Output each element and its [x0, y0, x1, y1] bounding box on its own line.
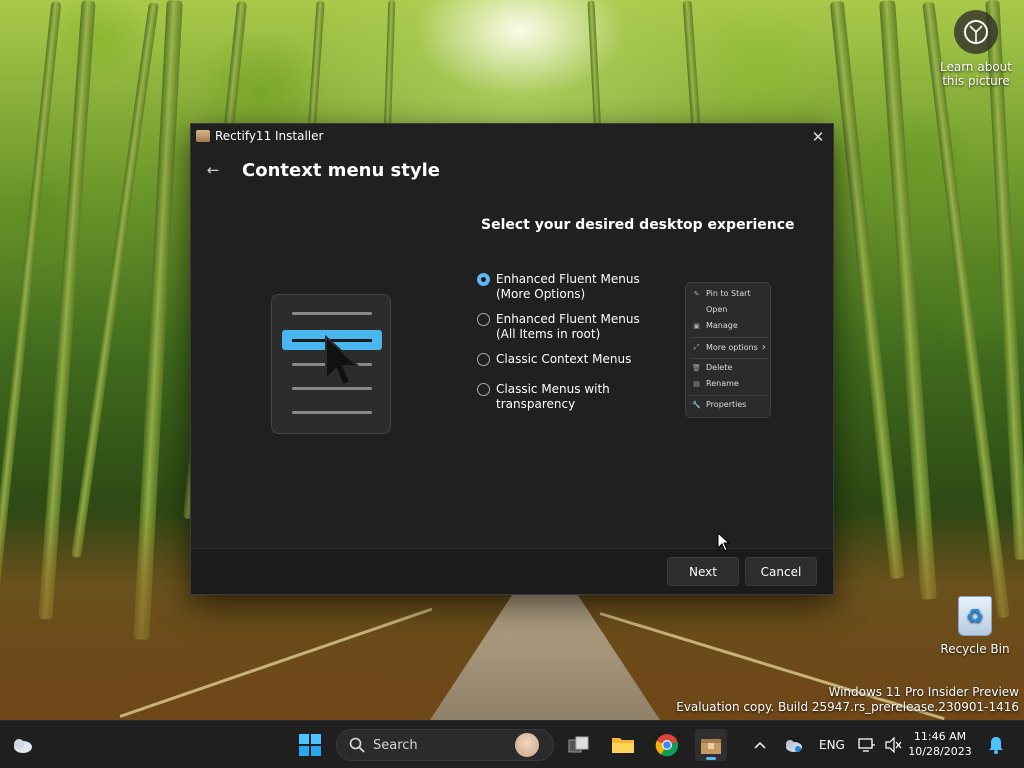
- search-icon: [349, 737, 365, 753]
- preview-item-open: Open: [692, 305, 727, 314]
- watermark-line-2: Evaluation copy. Build 25947.rs_prerelea…: [676, 700, 1019, 714]
- learn-about-picture[interactable]: Learn about this picture: [936, 10, 1016, 88]
- rectify11-installer-taskbar-button[interactable]: [695, 729, 727, 761]
- back-button[interactable]: ←: [203, 160, 223, 180]
- bell-icon: [989, 737, 1003, 754]
- watermark-line-1: Windows 11 Pro Insider Preview: [828, 685, 1019, 699]
- option-label: Classic Context Menus: [496, 352, 632, 366]
- chevron-right-icon: ›: [761, 342, 766, 353]
- preview-item-manage: ▣ Manage: [692, 321, 738, 330]
- option-classic-context-menus[interactable]: Classic Context Menus: [477, 352, 631, 367]
- file-explorer-button[interactable]: [607, 729, 639, 761]
- chevron-up-icon: [754, 741, 766, 749]
- preview-item-label: Pin to Start: [706, 289, 751, 298]
- learn-label: Learn about this picture: [940, 60, 1012, 88]
- installer-window: Rectify11 Installer ✕ ← Context menu sty…: [190, 123, 834, 595]
- windows-logo-icon: [299, 734, 321, 756]
- task-view-icon: [568, 736, 589, 753]
- option-label: Enhanced Fluent Menus: [496, 272, 640, 286]
- section-title: Select your desired desktop experience: [481, 217, 795, 233]
- recycle-bin-icon: ♻: [958, 596, 992, 636]
- start-button[interactable]: [294, 729, 326, 761]
- volume-muted-icon: [885, 737, 902, 753]
- more-options-icon: ⤢: [693, 343, 700, 351]
- pin-icon: ✎: [693, 289, 700, 298]
- title-bar[interactable]: Rectify11 Installer ✕: [191, 124, 833, 150]
- recycle-bin[interactable]: ♻ Recycle Bin: [940, 596, 1010, 656]
- input-language-indicator[interactable]: ENG: [819, 738, 845, 752]
- page-title: Context menu style: [242, 160, 440, 181]
- preview-item-rename: ▤ Rename: [692, 379, 739, 388]
- taskbar-clock[interactable]: 11:46 AM 10/28/2023: [906, 729, 974, 759]
- notifications-button[interactable]: [982, 729, 1010, 761]
- clock-date: 10/28/2023: [908, 745, 972, 758]
- chrome-icon: [655, 734, 679, 757]
- preview-item-label: Open: [706, 305, 728, 314]
- onedrive-tray-button[interactable]: [778, 729, 808, 761]
- chrome-button[interactable]: [651, 729, 683, 761]
- folder-icon: [612, 738, 634, 753]
- onedrive-cloud-icon: [786, 740, 802, 752]
- rectify11-installer-icon: [701, 739, 721, 754]
- widgets-button[interactable]: [6, 729, 38, 761]
- preview-separator: [690, 395, 768, 396]
- option-sublabel: (More Options): [496, 287, 586, 301]
- cancel-button[interactable]: Cancel: [745, 557, 817, 586]
- preview-item-label: Rename: [706, 379, 739, 388]
- option-enhanced-all-items[interactable]: Enhanced Fluent Menus (All Items in root…: [477, 312, 640, 342]
- weather-cloud-icon: [14, 739, 32, 753]
- preview-item-delete: 🗑 Delete: [692, 363, 732, 372]
- window-title: Rectify11 Installer: [215, 129, 324, 143]
- rectify11-installer-icon: [196, 130, 210, 142]
- task-view-button[interactable]: [563, 729, 595, 761]
- clock-time: 11:46 AM: [913, 730, 967, 743]
- preview-separator: [690, 337, 768, 338]
- preview-item-label: Properties: [706, 400, 747, 409]
- preview-item-more-options: ⤢ More options ›: [692, 342, 766, 353]
- context-menu-illustration: [271, 294, 391, 434]
- option-enhanced-more-options[interactable]: Enhanced Fluent Menus (More Options): [477, 272, 640, 302]
- evaluation-watermark: Windows 11 Pro Insider Preview Evaluatio…: [676, 685, 1019, 715]
- search-highlight-avatar-icon: [515, 733, 539, 757]
- manage-icon: ▣: [693, 321, 700, 330]
- taskbar: Search ENG 11:46 AM 10/28/2023: [0, 720, 1024, 768]
- preview-item-label: Delete: [706, 363, 733, 372]
- option-sublabel: transparency: [496, 397, 576, 411]
- radio-button[interactable]: [477, 353, 490, 366]
- window-footer: Next Cancel: [191, 548, 833, 594]
- option-sublabel: (All Items in root): [496, 327, 601, 341]
- context-menu-preview: ✎ Pin to Start Open ▣ Manage ⤢ More opti…: [685, 282, 771, 418]
- preview-separator: [690, 358, 768, 359]
- rename-icon: ▤: [693, 379, 700, 388]
- trash-icon: 🗑: [692, 363, 701, 372]
- volume-tray-button[interactable]: [880, 729, 908, 761]
- preview-item-properties: 🔧 Properties: [692, 400, 746, 409]
- search-placeholder: Search: [373, 737, 418, 753]
- recycle-bin-label: Recycle Bin: [940, 642, 1010, 656]
- option-label: Enhanced Fluent Menus: [496, 312, 640, 326]
- preview-item-pin: ✎ Pin to Start: [692, 289, 751, 298]
- radio-button[interactable]: [477, 383, 490, 396]
- network-icon: [858, 738, 875, 752]
- wrench-icon: 🔧: [692, 400, 701, 409]
- radio-button[interactable]: [477, 273, 490, 286]
- network-tray-button[interactable]: [853, 729, 881, 761]
- radio-button[interactable]: [477, 313, 490, 326]
- mouse-pointer-icon: [717, 532, 731, 552]
- next-button[interactable]: Next: [667, 557, 739, 586]
- show-hidden-icons-button[interactable]: [745, 729, 775, 761]
- blank-icon: [692, 305, 701, 314]
- camera-lens-icon: [954, 10, 998, 54]
- illustration-line: [292, 411, 372, 414]
- preview-item-label: Manage: [706, 321, 738, 330]
- illustration-line: [292, 312, 372, 315]
- option-label: Classic Menus with: [496, 382, 610, 396]
- option-classic-transparency[interactable]: Classic Menus with transparency: [477, 382, 610, 412]
- close-button[interactable]: ✕: [803, 124, 833, 150]
- preview-item-label: More options: [706, 343, 758, 352]
- taskbar-search-box[interactable]: Search: [336, 729, 554, 761]
- mouse-pointer-icon: [325, 335, 361, 387]
